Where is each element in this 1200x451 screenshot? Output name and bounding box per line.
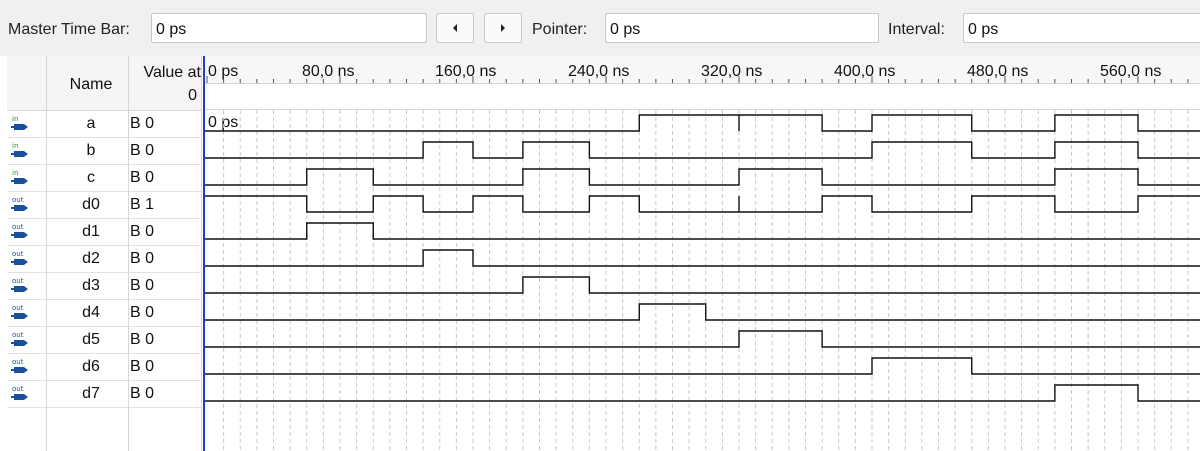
waveform-d5[interactable] <box>203 330 1200 348</box>
next-transition-button[interactable] <box>484 13 522 43</box>
column-divider[interactable] <box>128 56 129 451</box>
signal-row-d5[interactable]: out d5 B 0 <box>7 326 202 354</box>
waveform-b[interactable] <box>203 141 1200 159</box>
signal-value: B 0 <box>130 304 155 321</box>
waveform-d1[interactable] <box>203 222 1200 240</box>
master-time-bar-field[interactable]: 0 ps <box>151 13 427 43</box>
signal-name: d6 <box>82 358 100 375</box>
signal-value: B 0 <box>130 169 155 186</box>
signal-name: d0 <box>82 196 100 213</box>
name-column-header[interactable]: Name <box>47 76 135 94</box>
signal-name: d2 <box>82 250 100 267</box>
svg-text:out: out <box>12 250 24 258</box>
signal-value: B 0 <box>130 250 155 267</box>
signal-name: a <box>86 115 96 132</box>
signal-name: d4 <box>82 304 100 321</box>
waveform-d6[interactable] <box>203 357 1200 375</box>
signal-name: d3 <box>82 277 100 294</box>
pointer-label: Pointer: <box>532 21 588 38</box>
signal-list: Name Value at 0 in a B 0 in b B 0 in c B 0 out d0 B… <box>7 56 202 451</box>
pointer-field[interactable]: 0 ps <box>605 13 879 43</box>
signal-value: B 0 <box>130 115 155 132</box>
output-pin-icon: out <box>11 250 28 265</box>
toolbar: Master Time Bar: 0 ps Pointer: 0 ps Inte… <box>0 0 1200 56</box>
signal-row-d1[interactable]: out d1 B 0 <box>7 218 202 246</box>
value-at-time: 0 <box>188 87 197 104</box>
signal-value: B 0 <box>130 223 155 240</box>
output-pin-icon: out <box>11 196 28 211</box>
output-pin-icon: out <box>11 223 28 238</box>
signal-row-d0[interactable]: out d0 B 1 <box>7 191 202 219</box>
signal-value: B 0 <box>130 277 155 294</box>
value-column-header[interactable]: Value at <box>136 64 201 82</box>
svg-text:out: out <box>12 385 24 393</box>
interval-field[interactable]: 0 ps <box>963 13 1200 43</box>
signal-value: B 0 <box>130 331 155 348</box>
column-divider[interactable] <box>201 56 202 451</box>
output-pin-icon: out <box>11 358 28 373</box>
waveform-canvas[interactable] <box>203 56 1200 451</box>
signal-name: d5 <box>82 331 100 348</box>
signal-row-b[interactable]: in b B 0 <box>7 137 202 165</box>
svg-text:out: out <box>12 223 24 231</box>
interval-label: Interval: <box>888 21 945 38</box>
waveform-a[interactable] <box>203 114 1200 132</box>
waveform-d7[interactable] <box>203 384 1200 402</box>
waveform-c[interactable] <box>203 168 1200 186</box>
signal-row-d4[interactable]: out d4 B 0 <box>7 299 202 327</box>
waveform-panel[interactable]: 0 ps 80,0 ns 160,0 ns 240,0 ns 320,0 ns 400,0… <box>203 56 1200 451</box>
signal-value: B 0 <box>130 358 155 375</box>
svg-text:in: in <box>12 142 18 150</box>
signal-row-d7[interactable]: out d7 B 0 <box>7 380 202 408</box>
waveform-d3[interactable] <box>203 276 1200 294</box>
svg-text:out: out <box>12 277 24 285</box>
signal-row-d3[interactable]: out d3 B 0 <box>7 272 202 300</box>
svg-text:out: out <box>12 331 24 339</box>
input-pin-icon: in <box>11 169 28 184</box>
signal-row-d2[interactable]: out d2 B 0 <box>7 245 202 273</box>
svg-text:out: out <box>12 304 24 312</box>
column-divider <box>46 56 47 451</box>
input-pin-icon: in <box>11 142 28 157</box>
signal-value: B 1 <box>130 196 155 213</box>
output-pin-icon: out <box>11 385 28 400</box>
signal-row-a[interactable]: in a B 0 <box>7 110 202 138</box>
column-header-row: Name Value at 0 <box>7 56 202 111</box>
input-pin-icon: in <box>11 115 28 130</box>
svg-text:in: in <box>12 115 18 123</box>
signal-row-d6[interactable]: out d6 B 0 <box>7 353 202 381</box>
signal-row-c[interactable]: in c B 0 <box>7 164 202 192</box>
svg-text:out: out <box>12 358 24 366</box>
triangle-right-icon <box>501 24 505 32</box>
svg-text:in: in <box>12 169 18 177</box>
previous-transition-button[interactable] <box>436 13 474 43</box>
signal-name: d7 <box>82 385 100 402</box>
signal-name: c <box>87 169 95 186</box>
signal-value: B 0 <box>130 385 155 402</box>
svg-text:out: out <box>12 196 24 204</box>
signal-name: d1 <box>82 223 100 240</box>
signal-value: B 0 <box>130 142 155 159</box>
output-pin-icon: out <box>11 277 28 292</box>
triangle-left-icon <box>453 24 457 32</box>
waveform-d4[interactable] <box>203 303 1200 321</box>
output-pin-icon: out <box>11 331 28 346</box>
waveform-d2[interactable] <box>203 249 1200 267</box>
master-time-bar-label: Master Time Bar: <box>8 21 130 38</box>
waveform-d0[interactable] <box>203 195 1200 213</box>
signal-name: b <box>86 142 96 159</box>
output-pin-icon: out <box>11 304 28 319</box>
